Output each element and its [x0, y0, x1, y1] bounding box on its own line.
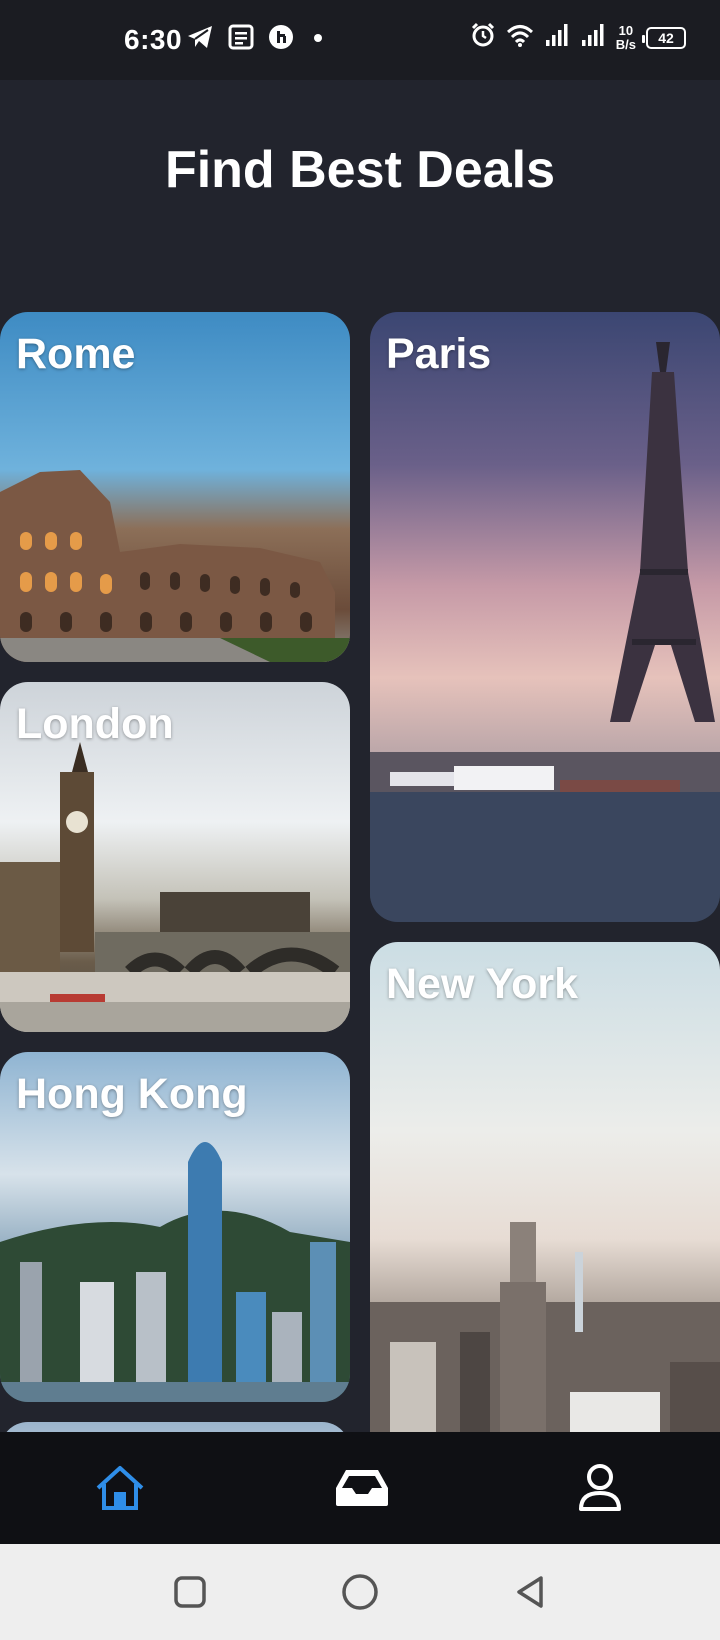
network-speed: 10 B/s [615, 22, 636, 52]
dot-icon [308, 24, 328, 55]
battery-indicator: 42 [642, 26, 686, 49]
hong-kong-skyline-illustration [0, 1142, 350, 1402]
signal-icon [544, 22, 570, 53]
signal-icon [580, 22, 606, 53]
back-icon [517, 1576, 543, 1608]
destination-name: London [16, 700, 174, 748]
destination-name: Hong Kong [16, 1070, 248, 1118]
status-bar: 6:30 10 B/s 42 [0, 0, 720, 80]
app-screen: 6:30 10 B/s 42 Find Best Deals Rome Lond… [0, 0, 720, 1640]
destination-card-london[interactable]: London [0, 682, 350, 1032]
destination-card-paris[interactable]: Paris [370, 312, 720, 922]
destination-card-new-york[interactable]: New York [370, 942, 720, 1482]
bottom-navigation [0, 1432, 720, 1544]
destination-name: New York [386, 960, 578, 1008]
home-circle-icon [342, 1574, 378, 1610]
colosseum-illustration [0, 470, 350, 662]
status-right-icons: 10 B/s 42 [470, 22, 686, 53]
network-speed-value: 10 [618, 22, 634, 38]
wifi-icon [506, 22, 534, 53]
home-icon [96, 1466, 144, 1510]
news-icon [228, 24, 254, 55]
destination-card-rome[interactable]: Rome [0, 312, 350, 662]
system-home-button[interactable] [340, 1572, 380, 1612]
destination-card-hong-kong[interactable]: Hong Kong [0, 1052, 350, 1402]
inbox-icon [336, 1470, 388, 1506]
nav-profile[interactable] [572, 1460, 628, 1516]
big-ben-illustration [0, 742, 350, 1032]
back-button[interactable] [510, 1572, 550, 1612]
network-speed-unit: B/s [615, 36, 636, 52]
nav-home[interactable] [92, 1460, 148, 1516]
system-navigation-bar [0, 1544, 720, 1640]
app-icon [268, 24, 294, 55]
telegram-icon [186, 24, 214, 55]
destination-name: Paris [386, 330, 492, 378]
recents-icon [174, 1576, 206, 1608]
status-left-icons [186, 24, 328, 55]
destination-name: Rome [16, 330, 136, 378]
status-time: 6:30 [124, 24, 183, 55]
page-title: Find Best Deals [164, 141, 556, 199]
eiffel-tower-illustration [370, 342, 720, 922]
recents-button[interactable] [170, 1572, 210, 1612]
alarm-icon [470, 22, 496, 53]
profile-icon [579, 1464, 621, 1511]
nav-inbox[interactable] [334, 1460, 390, 1516]
